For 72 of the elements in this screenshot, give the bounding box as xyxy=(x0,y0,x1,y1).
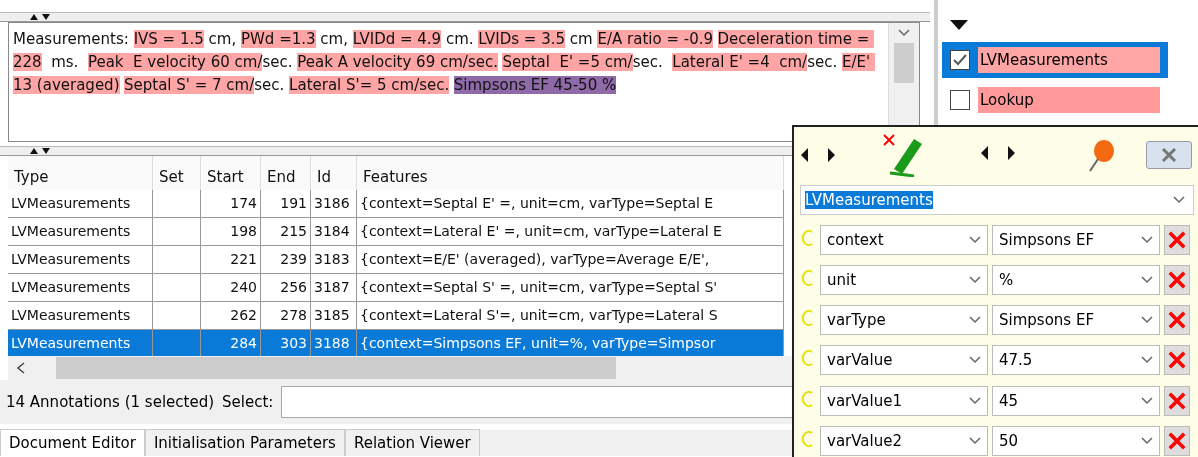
annotation-set-label: Lookup xyxy=(978,87,1160,113)
delete-icon xyxy=(1168,311,1186,330)
chevron-down-icon xyxy=(969,396,981,405)
chevron-down-icon xyxy=(969,356,981,365)
delete-feature-button[interactable] xyxy=(1164,425,1190,456)
column-header[interactable]: End xyxy=(261,156,311,190)
table-row[interactable]: LVMeasurements 198 215 3184 {context=Lateral E' =, unit=cm, varType=Lateral E xyxy=(8,218,784,246)
tab[interactable]: Document Editor xyxy=(0,429,145,456)
table-row[interactable]: LVMeasurements 284 303 3188 {context=Simpsons EF, unit=%, varType=Simpsor xyxy=(8,330,784,356)
chevron-down-icon xyxy=(969,235,981,244)
feature-name-dropdown[interactable]: varValue xyxy=(820,345,988,376)
select-label: Select: xyxy=(222,393,274,411)
feature-value-dropdown[interactable]: 47.5 xyxy=(992,345,1160,376)
chevron-down-icon xyxy=(1173,196,1185,205)
table-row[interactable]: LVMeasurements 174 191 3186 {context=Septal E' =, unit=cm, varType=Septal E xyxy=(8,190,784,218)
feature-name-dropdown[interactable]: varValue1 xyxy=(820,385,988,416)
annotation-set-item[interactable]: LVMeasurements xyxy=(942,42,1168,78)
delete-feature-button[interactable] xyxy=(1164,385,1190,416)
annotation-count: 14 Annotations (1 selected) xyxy=(6,393,215,411)
delete-feature-button[interactable] xyxy=(1164,345,1190,376)
collapse-arrows-icon[interactable] xyxy=(30,148,52,154)
chevron-down-icon xyxy=(1141,275,1153,284)
feature-value-dropdown[interactable]: Simpsons EF xyxy=(992,305,1160,336)
column-header[interactable]: Type xyxy=(8,156,153,190)
chevron-left-icon[interactable] xyxy=(16,362,26,374)
chevron-down-icon xyxy=(898,29,910,37)
feature-value-dropdown[interactable]: 45 xyxy=(992,385,1160,416)
chevron-down-icon xyxy=(1141,436,1153,445)
delete-icon xyxy=(1168,351,1186,370)
feature-value-dropdown[interactable]: Simpsons EF xyxy=(992,224,1160,255)
annotation-set-item[interactable]: Lookup xyxy=(942,82,1168,118)
close-icon xyxy=(1161,148,1177,162)
feature-value-dropdown[interactable]: 50 xyxy=(992,425,1160,456)
delete-icon xyxy=(1168,270,1186,289)
pushpin-icon[interactable] xyxy=(1086,137,1116,173)
chevron-down-icon xyxy=(969,275,981,284)
annotation-type-dropdown[interactable]: LVMeasurements xyxy=(800,185,1194,216)
delete-feature-button[interactable] xyxy=(1164,264,1190,295)
delete-icon xyxy=(1168,391,1186,410)
collapse-arrows-icon[interactable] xyxy=(30,14,52,20)
chevron-down-icon xyxy=(969,436,981,445)
chevron-down-icon xyxy=(1141,235,1153,244)
annotation-set-label: LVMeasurements xyxy=(978,47,1160,73)
feature-name-dropdown[interactable]: unit xyxy=(820,264,988,295)
checkbox[interactable] xyxy=(950,90,970,110)
chevron-down-icon xyxy=(1141,316,1153,325)
column-header[interactable]: Features xyxy=(357,156,784,190)
chevron-down-icon xyxy=(969,316,981,325)
tab[interactable]: Initialisation Parameters xyxy=(144,429,345,456)
delete-icon xyxy=(1168,431,1186,450)
chevron-down-icon xyxy=(1141,356,1153,365)
delete-feature-button[interactable] xyxy=(1164,305,1190,336)
table-row[interactable]: LVMeasurements 221 239 3183 {context=E/E' (averaged), varType=Average E/E', xyxy=(8,246,784,274)
chevron-down-icon xyxy=(1141,396,1153,405)
table-row[interactable]: LVMeasurements 240 256 3187 {context=Septal S' =, unit=cm, varType=Septal S' xyxy=(8,274,784,302)
column-header[interactable]: Id xyxy=(311,156,357,190)
column-header[interactable]: Set xyxy=(153,156,201,190)
feature-name-dropdown[interactable]: varType xyxy=(820,305,988,336)
feature-name-dropdown[interactable]: context xyxy=(820,224,988,255)
table-row[interactable]: LVMeasurements 262 278 3185 {context=Lateral S'=, unit=cm, varType=Lateral S xyxy=(8,302,784,330)
caret-down-icon[interactable] xyxy=(950,20,968,30)
left-right-arrows-icon[interactable] xyxy=(800,147,836,163)
feature-name-dropdown[interactable]: varValue2 xyxy=(820,425,988,456)
close-button[interactable] xyxy=(1146,141,1192,169)
delete-feature-button[interactable] xyxy=(1164,224,1190,255)
feature-value-dropdown[interactable]: % xyxy=(992,264,1160,295)
delete-icon xyxy=(1168,230,1186,249)
tab[interactable]: Relation Viewer xyxy=(344,429,480,456)
document-text: Measurements: IVS = 1.5 cm, PWd =1.3 cm, LVIDd = 4.9 cm. LVIDs = 3.5 cm E/A ratio = -0.9 Deceleration time = 228 ms. Peak E velocity 60 cm/sec. Peak A velocity 69 cm/sec. Septal E' =5 cm/sec. Lateral E' =4 cm/sec. E/E' 13 (averaged) Septal S' = 7 cm/sec. Lateral S'= 5 cm/sec. Simpsons EF 45-50 % xyxy=(9,23,888,141)
checkbox[interactable] xyxy=(950,50,970,70)
left-right-arrows-icon[interactable] xyxy=(980,145,1016,161)
column-header[interactable]: Start xyxy=(201,156,261,190)
